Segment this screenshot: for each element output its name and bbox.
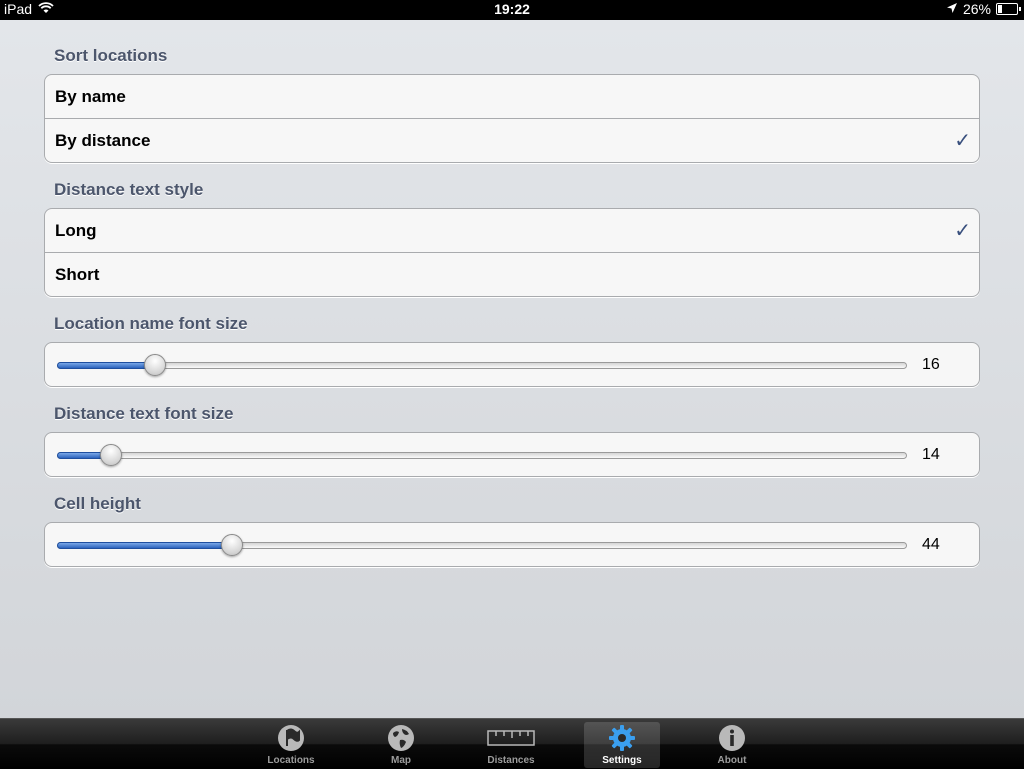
option-label: By name [55, 86, 126, 106]
cell-height-slider-group: 44 [44, 522, 980, 567]
tab-map[interactable]: Map [363, 722, 439, 768]
section-title-distance-font: Distance text font size [54, 404, 234, 423]
checkmark-icon: ✓ [954, 130, 971, 152]
section-title-cell-height: Cell height [54, 494, 141, 513]
slider-thumb[interactable] [99, 444, 122, 466]
status-bar: iPad 19:22 26% [0, 0, 1024, 20]
option-by-name[interactable]: By name [45, 75, 979, 119]
distance-font-slider-group: 14 [44, 432, 980, 477]
option-label: Long [55, 220, 97, 240]
distance-font-slider[interactable]: 14 [45, 433, 979, 476]
tab-label: Map [391, 755, 411, 766]
slider-fill [57, 542, 237, 549]
slider-track[interactable] [57, 452, 907, 459]
flag-icon [276, 724, 306, 752]
slider-value: 44 [922, 536, 940, 553]
gear-icon [607, 724, 637, 752]
tab-distances[interactable]: Distances [473, 722, 549, 768]
location-arrow-icon [946, 1, 958, 17]
tab-label: Locations [267, 755, 315, 766]
status-time: 19:22 [494, 1, 530, 17]
battery-icon [996, 3, 1021, 15]
tab-label: Distances [487, 755, 535, 766]
distance-style-group: Long ✓ Short [44, 208, 980, 297]
option-long[interactable]: Long ✓ [45, 209, 979, 253]
slider-thumb[interactable] [143, 354, 166, 376]
tab-settings[interactable]: Settings [584, 722, 660, 768]
settings-content: Sort locations By name By distance ✓ Dis… [0, 20, 1024, 718]
section-title-distance-style: Distance text style [54, 180, 204, 199]
section-title-name-font: Location name font size [54, 314, 248, 333]
option-short[interactable]: Short [45, 253, 979, 296]
name-font-slider-group: 16 [44, 342, 980, 387]
option-by-distance[interactable]: By distance ✓ [45, 119, 979, 162]
status-right: 26% [946, 1, 1021, 17]
tab-about[interactable]: About [694, 722, 770, 768]
tab-label: Settings [602, 755, 642, 766]
ruler-icon [486, 724, 536, 752]
slider-value: 14 [922, 446, 940, 463]
slider-track[interactable] [57, 362, 907, 369]
tab-bar: Locations Map Distances Settings About [0, 718, 1024, 769]
slider-value: 16 [922, 356, 940, 373]
cell-height-slider[interactable]: 44 [45, 523, 979, 566]
tab-label: About [717, 755, 747, 766]
slider-thumb[interactable] [221, 534, 244, 556]
globe-icon [386, 724, 416, 752]
sort-options-group: By name By distance ✓ [44, 74, 980, 163]
info-icon [717, 724, 747, 752]
option-label: By distance [55, 130, 151, 150]
battery-percent: 26% [962, 1, 991, 17]
option-label: Short [55, 264, 100, 284]
section-title-sort: Sort locations [54, 46, 168, 65]
tab-locations[interactable]: Locations [253, 722, 329, 768]
checkmark-icon: ✓ [954, 220, 971, 242]
name-font-slider[interactable]: 16 [45, 343, 979, 386]
